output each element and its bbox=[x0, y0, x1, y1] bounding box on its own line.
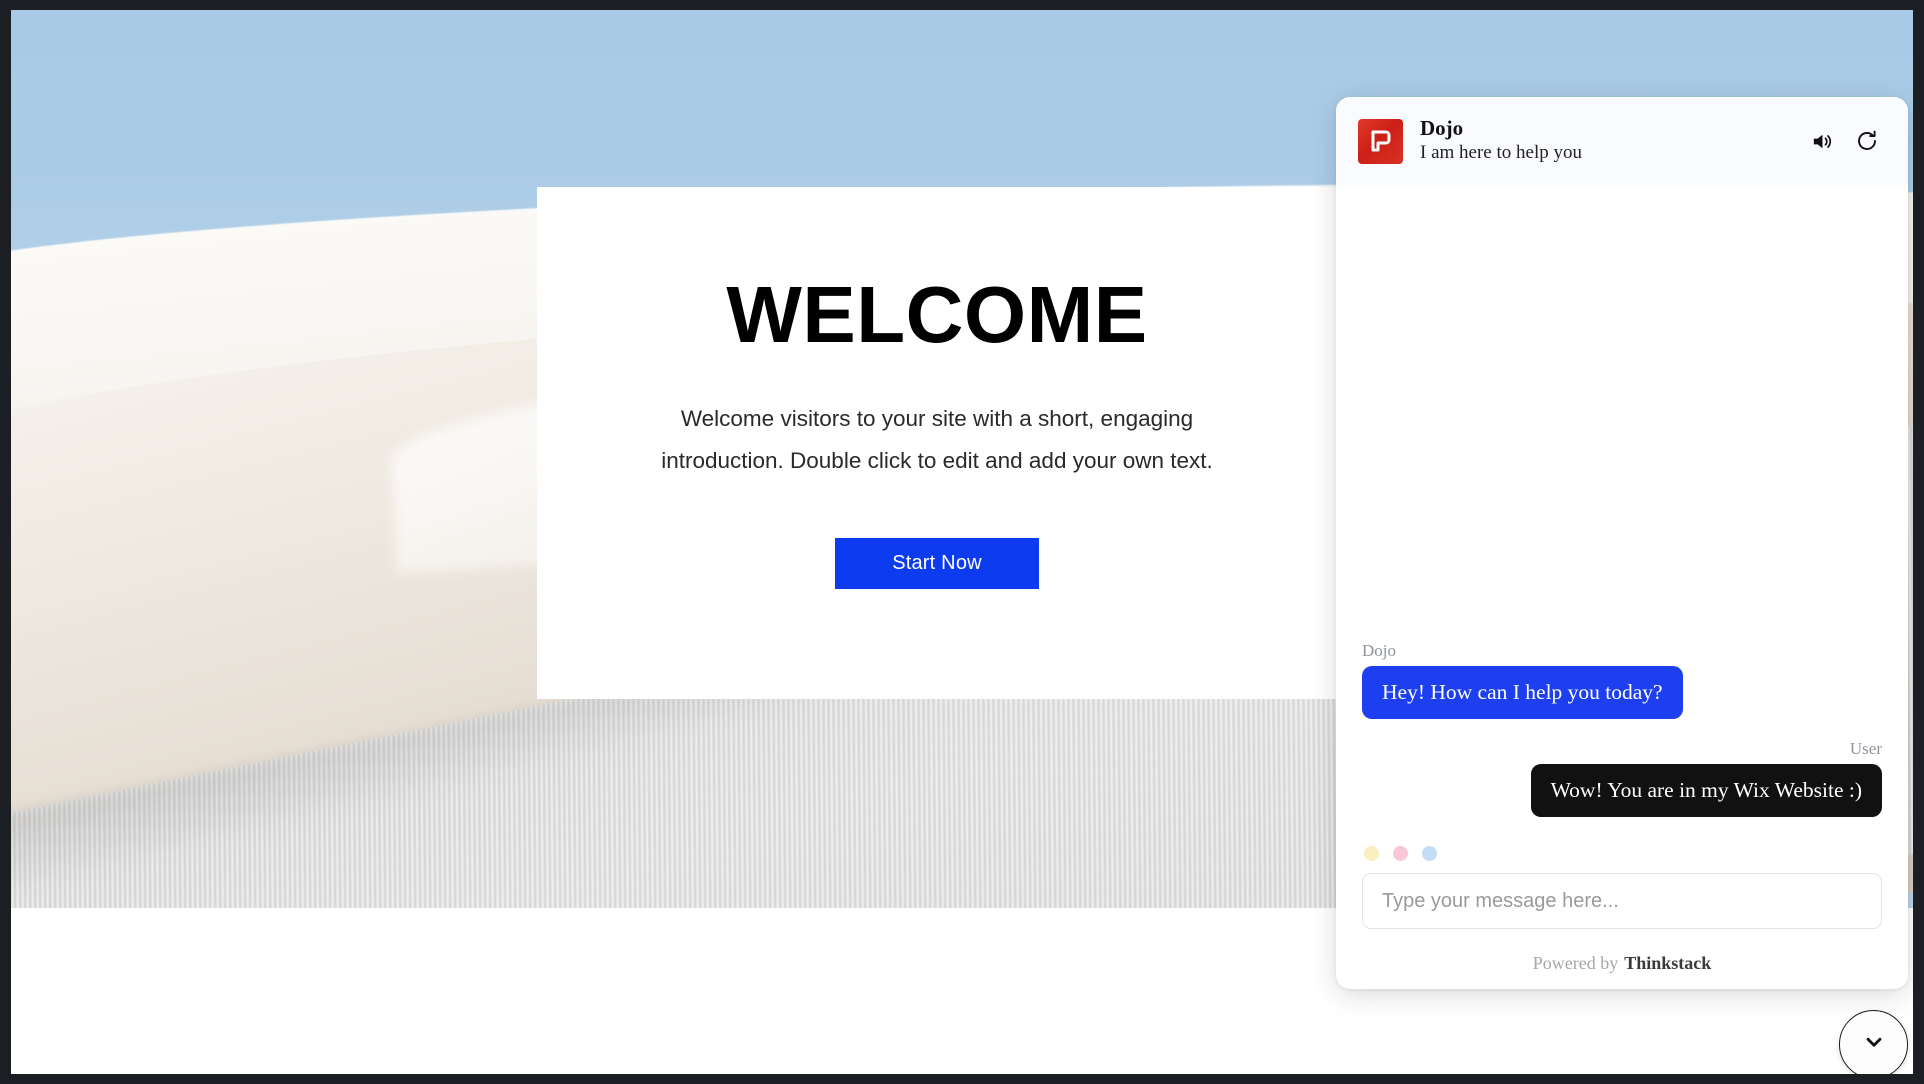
refresh-icon[interactable] bbox=[1850, 124, 1884, 158]
typing-dot bbox=[1364, 846, 1379, 861]
message-bubble: Wow! You are in my Wix Website :) bbox=[1530, 764, 1882, 817]
welcome-content-card: WELCOME Welcome visitors to your site wi… bbox=[537, 187, 1337, 699]
chat-message-user: User Wow! You are in my Wix Website :) bbox=[1362, 739, 1882, 817]
chat-header-text-block: Dojo I am here to help you bbox=[1420, 116, 1804, 166]
typing-indicator bbox=[1362, 846, 1882, 861]
typing-dot bbox=[1393, 846, 1408, 861]
hero-paragraph: Welcome visitors to your site with a sho… bbox=[661, 406, 1213, 473]
chat-widget-header: Dojo I am here to help you bbox=[1336, 97, 1908, 185]
chat-widget: Dojo I am here to help you Dojo Hey! How… bbox=[1336, 97, 1908, 989]
message-input[interactable] bbox=[1362, 873, 1882, 929]
browser-viewport-frame: WELCOME Welcome visitors to your site wi… bbox=[0, 0, 1924, 1084]
chat-message-bot: Dojo Hey! How can I help you today? bbox=[1362, 641, 1882, 720]
message-sender-label: User bbox=[1849, 739, 1882, 759]
chat-message-list: Dojo Hey! How can I help you today? User… bbox=[1336, 185, 1908, 873]
start-now-button[interactable]: Start Now bbox=[835, 538, 1039, 589]
message-bubble: Hey! How can I help you today? bbox=[1362, 666, 1683, 720]
footer-brand: Thinkstack bbox=[1624, 952, 1712, 973]
chat-composer bbox=[1336, 873, 1908, 937]
website-page-canvas: WELCOME Welcome visitors to your site wi… bbox=[11, 10, 1913, 1074]
chat-bot-name: Dojo bbox=[1420, 116, 1464, 141]
footer-prefix: Powered by bbox=[1532, 952, 1619, 973]
chat-bot-tagline: I am here to help you bbox=[1420, 142, 1582, 164]
chat-collapse-button[interactable] bbox=[1839, 1010, 1908, 1074]
chevron-down-icon bbox=[1861, 1029, 1887, 1060]
speaker-icon[interactable] bbox=[1804, 124, 1838, 158]
page-title: WELCOME bbox=[726, 270, 1148, 359]
typing-dot bbox=[1422, 846, 1437, 861]
thinkstack-p-logo-icon bbox=[1358, 118, 1403, 164]
message-sender-label: Dojo bbox=[1362, 641, 1396, 661]
chat-footer: Powered by Thinkstack bbox=[1336, 937, 1908, 989]
